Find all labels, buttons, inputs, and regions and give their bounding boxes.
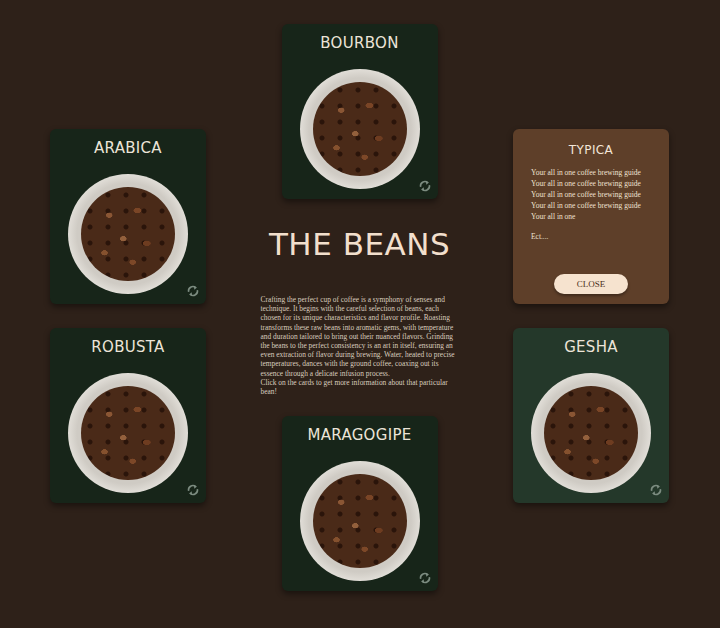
bean-photo [68, 373, 188, 493]
bean-card[interactable]: BOURBON [282, 24, 438, 199]
bean-photo [300, 461, 420, 581]
bean-card[interactable]: MARAGOGIPE [282, 416, 438, 591]
flip-icon[interactable] [186, 284, 200, 298]
close-button[interactable]: CLOSE [554, 274, 628, 294]
card-title: MARAGOGIPE [307, 425, 411, 445]
card-title: ARABICA [94, 138, 162, 158]
flip-icon[interactable] [418, 179, 432, 193]
right-column: TYPICA Your all in one coffee brewing gu… [513, 0, 669, 503]
flip-icon[interactable] [649, 483, 663, 497]
bean-card[interactable]: TYPICA Your all in one coffee brewing gu… [513, 129, 669, 304]
bean-card[interactable]: ROBUSTA [50, 328, 206, 503]
card-description: Your all in one coffee brewing guideYour… [531, 167, 651, 222]
center-column: BOURBON THE BEANS Crafting the perfect c… [206, 0, 513, 591]
page-title: THE BEANS [269, 226, 450, 262]
left-column: ARABICA ROBUSTA [50, 0, 206, 503]
bean-photo [531, 373, 651, 493]
card-title: ROBUSTA [91, 337, 164, 357]
bean-card[interactable]: ARABICA [50, 129, 206, 304]
bean-card[interactable]: GESHA [513, 328, 669, 503]
intro-text: Crafting the perfect cup of coffee is a … [261, 295, 459, 396]
bean-photo [68, 174, 188, 294]
card-title: BOURBON [320, 33, 398, 53]
card-title: TYPICA [531, 143, 651, 157]
flip-icon[interactable] [418, 571, 432, 585]
beans-page: ARABICA ROBUSTA BOURBON THE BEANS Crafti… [0, 0, 720, 628]
card-title: GESHA [564, 337, 618, 357]
card-more: Ect.... [531, 231, 651, 242]
flip-icon[interactable] [186, 483, 200, 497]
bean-photo [300, 69, 420, 189]
